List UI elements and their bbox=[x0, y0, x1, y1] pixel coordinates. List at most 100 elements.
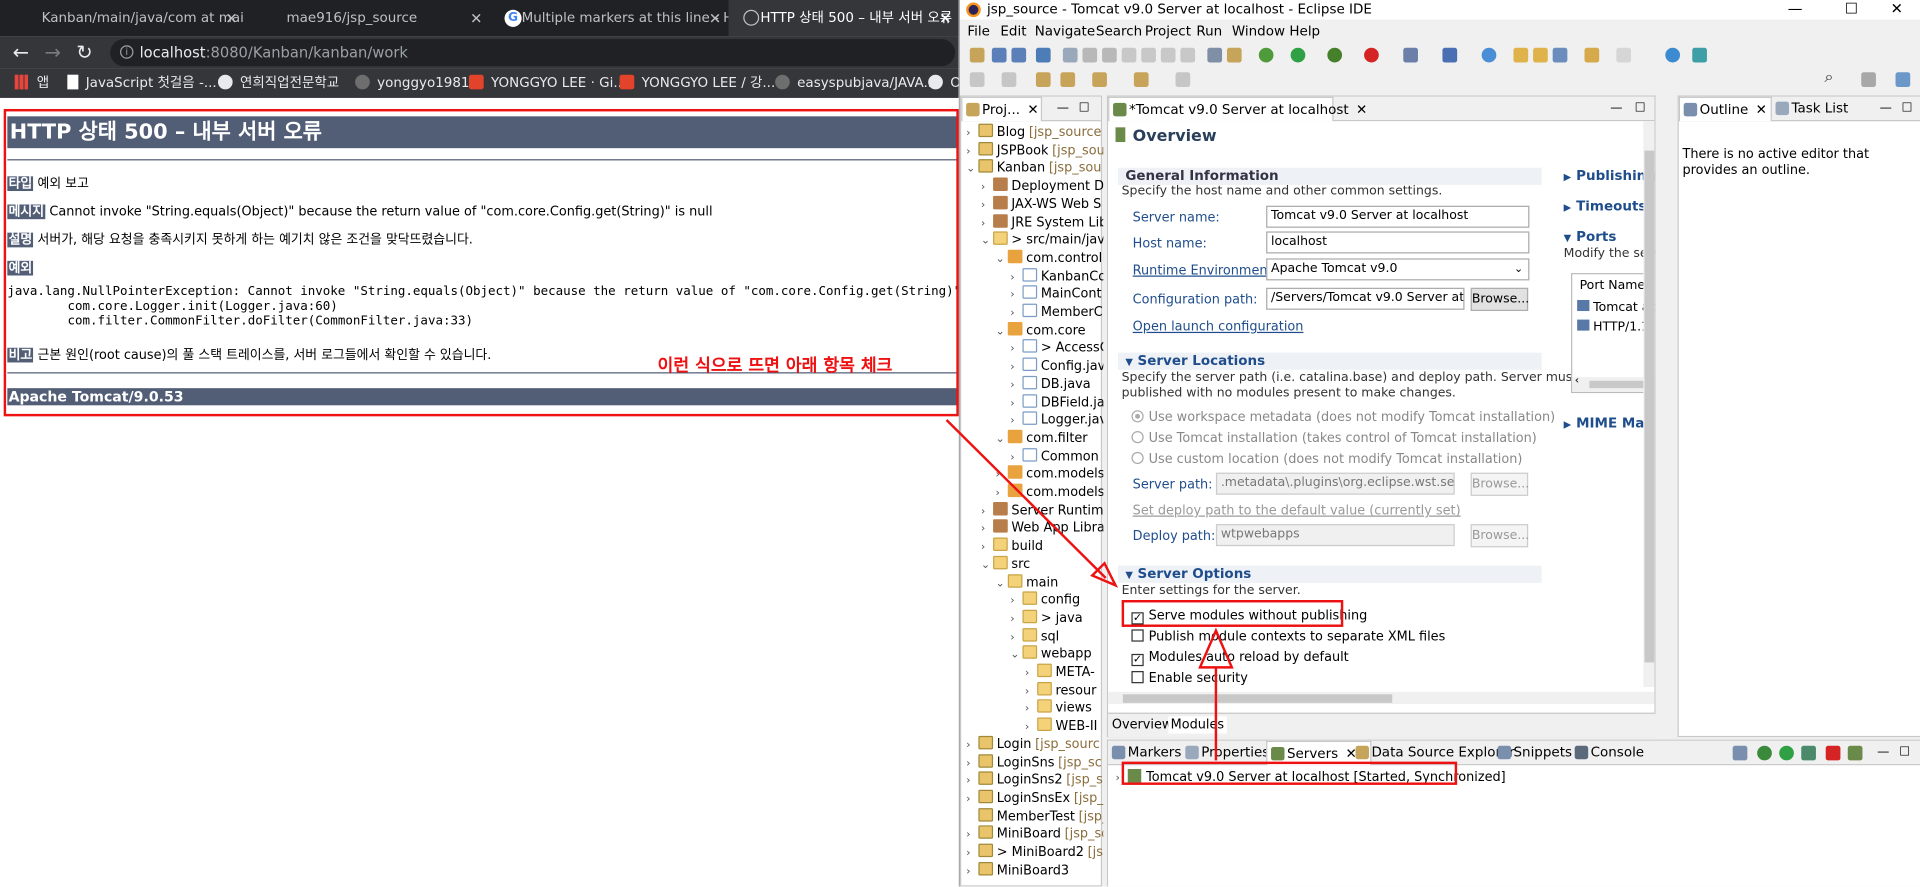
tree-item[interactable]: ⌄ webapp bbox=[1010, 645, 1092, 665]
tree-item[interactable]: › JRE System Libr bbox=[981, 213, 1103, 233]
tree-item[interactable]: › Blog [jsp_source bbox=[966, 123, 1101, 142]
collapsed-icon[interactable]: › bbox=[1010, 449, 1022, 467]
last-edit-icon[interactable] bbox=[1035, 72, 1051, 87]
tree-item[interactable]: › JSPBook [jsp_sou bbox=[966, 141, 1103, 160]
tree-item[interactable]: ⌄ src bbox=[981, 555, 1030, 575]
toggle-icon[interactable] bbox=[1207, 47, 1223, 63]
debug-icon[interactable] bbox=[1258, 47, 1274, 63]
forward-nav-icon[interactable] bbox=[1092, 72, 1107, 87]
expanded-icon[interactable]: ⌄ bbox=[996, 575, 1008, 593]
tree-item[interactable]: › DBField.java bbox=[1010, 393, 1103, 412]
tab-task-list[interactable]: Task List bbox=[1772, 97, 1870, 121]
horizontal-scrollbar[interactable] bbox=[1108, 691, 1655, 705]
debug-server-icon[interactable] bbox=[1757, 745, 1772, 761]
menu-run[interactable]: Run bbox=[1196, 22, 1222, 42]
save-icon[interactable] bbox=[991, 47, 1007, 63]
annotation-nav-icon[interactable] bbox=[1001, 72, 1017, 87]
external-tools-icon[interactable] bbox=[1364, 47, 1379, 63]
collapsed-icon[interactable]: › bbox=[966, 755, 978, 773]
radio-tomcat-installation[interactable]: Use Tomcat installation (takes control o… bbox=[1131, 430, 1537, 447]
tree-item[interactable]: › sql bbox=[1010, 627, 1059, 646]
run-icon[interactable] bbox=[1290, 47, 1306, 63]
collapsed-icon[interactable]: › bbox=[981, 215, 993, 233]
radio-custom-location[interactable]: Use custom location (does not modify Tom… bbox=[1131, 451, 1522, 468]
tab-project-explorer[interactable]: Proj... ✕ bbox=[961, 96, 1043, 122]
history-icon[interactable] bbox=[969, 72, 985, 87]
collapsed-icon[interactable]: › bbox=[966, 791, 978, 809]
bookmark-item[interactable]: YONGGYO LEE / 강... bbox=[619, 69, 775, 98]
back-icon[interactable]: ← bbox=[9, 40, 33, 64]
tree-item[interactable]: › Deployment De bbox=[981, 177, 1103, 197]
new-server-icon[interactable] bbox=[1403, 47, 1418, 63]
bookmark-item[interactable]: 연희직업전문학교 bbox=[217, 69, 339, 98]
menu-edit[interactable]: Edit bbox=[1000, 22, 1026, 42]
tree-item[interactable]: › config bbox=[1010, 591, 1080, 611]
collapsed-icon[interactable]: › bbox=[1010, 593, 1022, 611]
forward-icon[interactable]: → bbox=[40, 40, 64, 64]
collapsed-icon[interactable]: › bbox=[981, 503, 993, 521]
step-over-icon[interactable] bbox=[1160, 47, 1176, 63]
tree-item[interactable]: › resour bbox=[1025, 681, 1096, 700]
open-launch-config-link[interactable]: Open launch configuration bbox=[1133, 320, 1304, 335]
minimize-view-icon[interactable]: — bbox=[1610, 97, 1627, 121]
close-icon[interactable]: ✕ bbox=[1756, 102, 1767, 118]
profile-server-icon[interactable] bbox=[1801, 745, 1816, 761]
tree-item[interactable]: ⌄ main bbox=[996, 573, 1058, 593]
tree-item[interactable]: › DB.java bbox=[1010, 375, 1091, 395]
tab-close-icon[interactable]: ✕ bbox=[939, 0, 951, 37]
collapsed-icon[interactable]: › bbox=[1010, 287, 1022, 305]
publishing-section[interactable]: ▶ Publishing bbox=[1564, 168, 1655, 184]
browse-config-button[interactable]: Browse... bbox=[1470, 287, 1529, 312]
close-icon[interactable]: ✕ bbox=[1027, 102, 1038, 118]
tab-outline[interactable]: Outline ✕ bbox=[1678, 96, 1772, 122]
collapsed-icon[interactable]: › bbox=[1010, 305, 1022, 323]
expanded-icon[interactable]: ⌄ bbox=[1010, 647, 1022, 665]
runtime-select[interactable]: Apache Tomcat v9.0 ⌄ bbox=[1266, 258, 1530, 281]
tree-item[interactable]: › LoginSns [jsp_sc bbox=[966, 753, 1102, 773]
browser-tab[interactable]: Kanban/main/java/com at main ✕ bbox=[0, 0, 245, 37]
terminal-icon[interactable] bbox=[1035, 47, 1051, 63]
bookmark-item[interactable]: JavaScript 첫걸음 -... bbox=[67, 69, 217, 98]
runtime-environment-link[interactable]: Runtime Environment: bbox=[1133, 263, 1277, 278]
timeouts-section[interactable]: ▶ Timeouts bbox=[1564, 198, 1647, 214]
collapsed-icon[interactable]: › bbox=[1010, 377, 1022, 395]
collapsed-icon[interactable]: › bbox=[966, 773, 978, 791]
scroll-left-icon[interactable]: ‹ bbox=[1575, 375, 1579, 387]
collapsed-icon[interactable]: › bbox=[1025, 719, 1037, 737]
tab-overview[interactable]: Overview bbox=[1112, 718, 1173, 733]
tree-item[interactable]: › > AccessC bbox=[1010, 339, 1103, 358]
menu-project[interactable]: Project bbox=[1145, 22, 1191, 42]
horizontal-scrollbar[interactable]: ‹ bbox=[1572, 375, 1655, 392]
expanded-icon[interactable]: ⌄ bbox=[996, 431, 1008, 449]
config-path-field[interactable]: /Servers/Tomcat v9.0 Server at loca bbox=[1266, 287, 1465, 310]
tab-close-icon[interactable]: ✕ bbox=[709, 0, 721, 37]
checkbox-publish-module-contexts[interactable]: Publish module contexts to separate XML … bbox=[1131, 628, 1445, 645]
collapsed-icon[interactable]: › bbox=[966, 827, 978, 845]
tree-item[interactable]: › META- bbox=[1025, 663, 1095, 682]
scroll-thumb[interactable] bbox=[1644, 150, 1655, 663]
expanded-icon[interactable]: ⌄ bbox=[981, 557, 993, 575]
terminate-icon[interactable] bbox=[1102, 47, 1117, 63]
tree-item[interactable]: ⌄ com.controll bbox=[996, 249, 1103, 268]
tree-item[interactable]: ⌄ com.filter bbox=[996, 429, 1088, 449]
radio-workspace-metadata[interactable]: Use workspace metadata (does not modify … bbox=[1131, 409, 1555, 426]
collapsed-icon[interactable]: › bbox=[966, 863, 978, 881]
new-icon[interactable] bbox=[969, 47, 985, 63]
menu-file[interactable]: File bbox=[967, 22, 990, 42]
reload-icon[interactable]: ↻ bbox=[72, 40, 96, 64]
minimize-view-icon[interactable]: — bbox=[1877, 741, 1894, 765]
minimize-view-icon[interactable]: — bbox=[1057, 97, 1074, 121]
collapsed-icon[interactable]: › bbox=[981, 179, 993, 197]
resume-icon[interactable] bbox=[1062, 47, 1078, 63]
annotation-icon[interactable] bbox=[1584, 47, 1600, 63]
menu-navigate[interactable]: Navigate bbox=[1035, 22, 1095, 42]
tab-close-icon[interactable]: ✕ bbox=[470, 0, 482, 37]
toolbar-dropdown-icon[interactable] bbox=[1616, 47, 1632, 63]
browser-tab-active[interactable]: HTTP 상태 500 – 내부 서버 오류 ✕ bbox=[728, 0, 959, 37]
collapsed-icon[interactable]: › bbox=[1010, 413, 1022, 431]
menu-window[interactable]: Window bbox=[1232, 22, 1285, 42]
start-server-icon[interactable] bbox=[1779, 745, 1794, 761]
tree-item[interactable]: › MemberC bbox=[1010, 303, 1103, 323]
tree-item[interactable]: › Server Runtime bbox=[981, 501, 1103, 521]
collapsed-icon[interactable]: › bbox=[981, 521, 993, 539]
